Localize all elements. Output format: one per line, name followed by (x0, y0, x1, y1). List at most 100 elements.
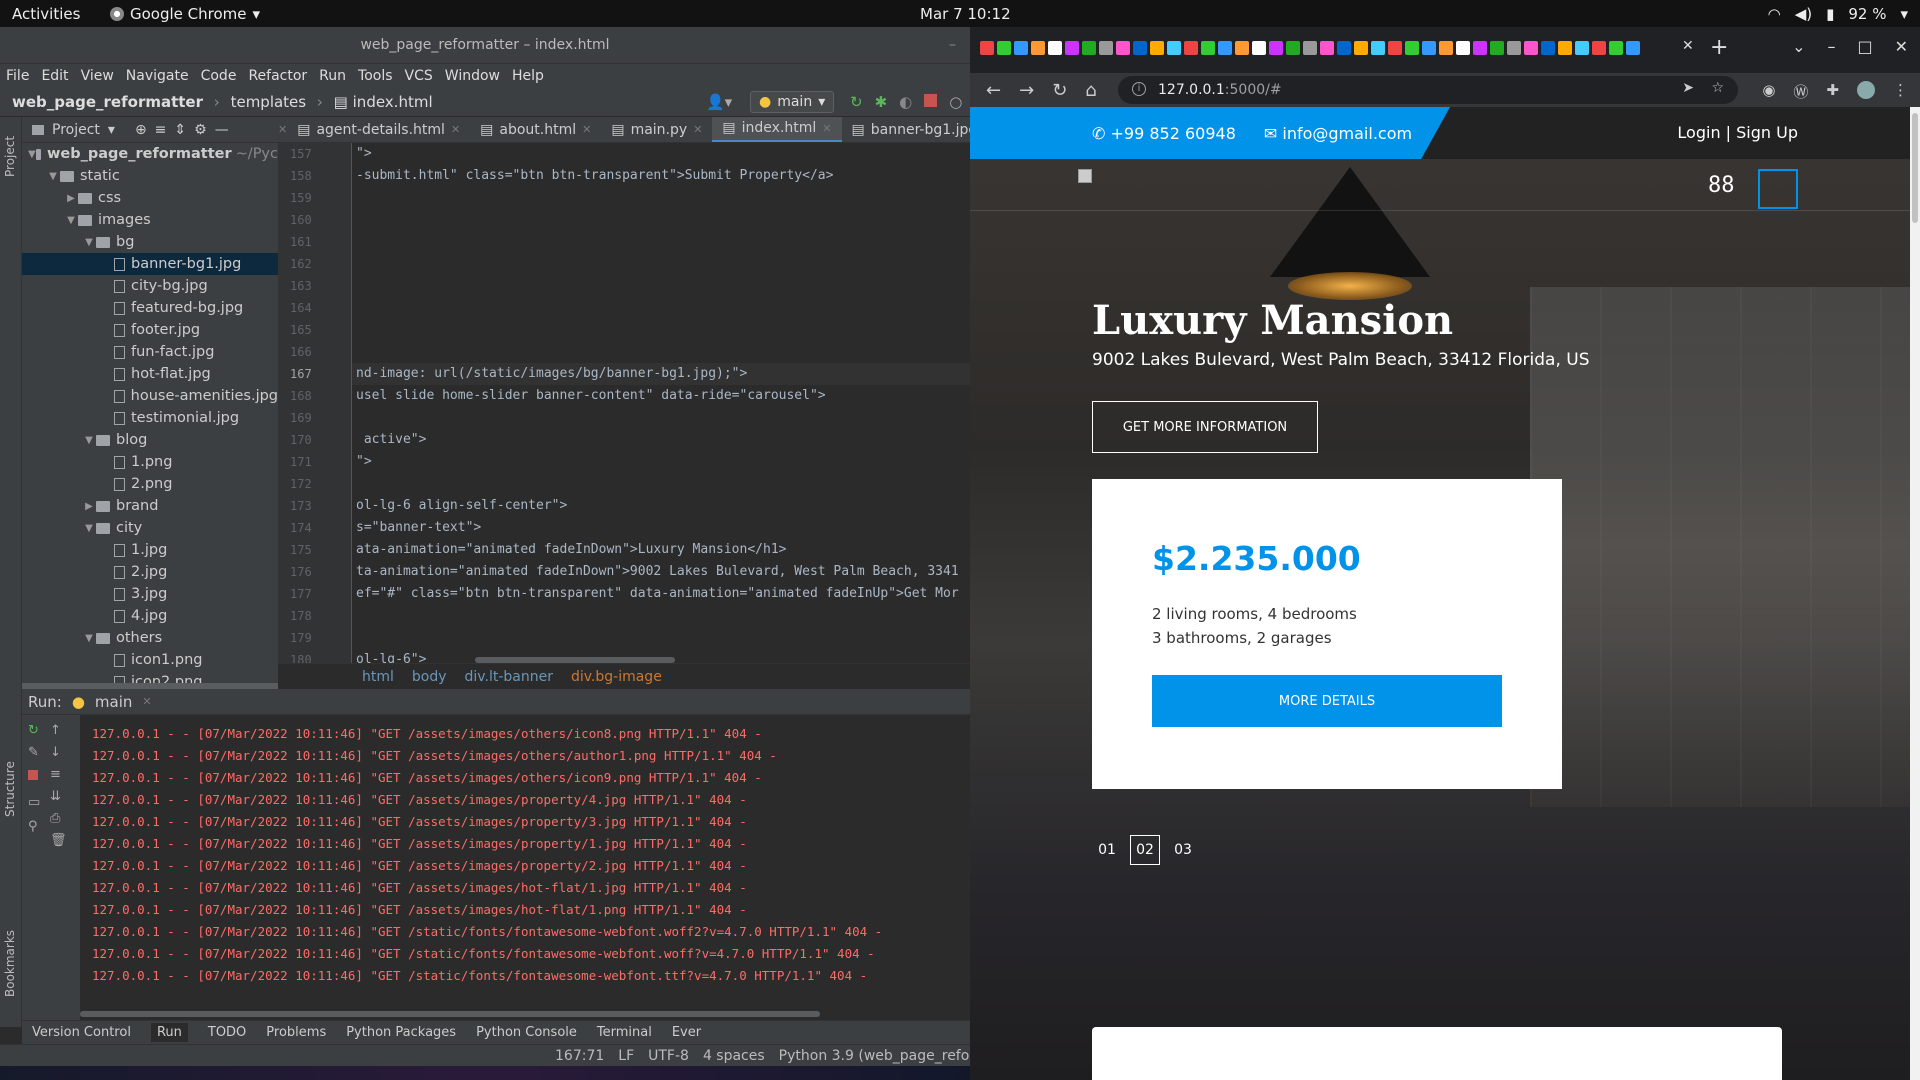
chevron-down-icon[interactable]: ▼ (82, 633, 96, 644)
tab-favicon-icon[interactable] (1082, 41, 1096, 55)
code-line[interactable] (352, 319, 970, 341)
tool-tab-ever[interactable]: Ever (672, 1025, 701, 1040)
tree-folder[interactable]: ▼ images (22, 209, 278, 231)
tab-favicon-icon[interactable] (1065, 41, 1079, 55)
code-line[interactable]: nd-image: url(/static/images/bg/banner-b… (352, 363, 970, 385)
tab-favicon-icon[interactable] (980, 41, 994, 55)
tree-folder[interactable]: ▼ bg (22, 231, 278, 253)
line-ending[interactable]: LF (618, 1048, 634, 1064)
tree-file[interactable]: 1.jpg (22, 539, 278, 561)
minimize-icon[interactable]: – (1827, 37, 1835, 56)
slide-01[interactable]: 01 (1092, 835, 1122, 865)
menu-item-navigate[interactable]: Navigate (120, 68, 195, 84)
tree-file[interactable]: featured-bg.jpg (22, 297, 278, 319)
close-icon[interactable]: ✕ (278, 123, 287, 136)
tab-favicon-icon[interactable] (1201, 41, 1215, 55)
extension-icon[interactable]: Ⓦ (1793, 81, 1808, 102)
chevron-down-icon[interactable]: ▼ (64, 215, 78, 226)
tab-favicon-icon[interactable] (1558, 41, 1572, 55)
slide-03[interactable]: 03 (1168, 835, 1198, 865)
menu-item-window[interactable]: Window (439, 68, 506, 84)
tab-favicon-icon[interactable] (1456, 41, 1470, 55)
editor-tab[interactable]: ▤ about.html ✕ (470, 117, 601, 142)
tab-favicon-icon[interactable] (1439, 41, 1453, 55)
tree-folder[interactable]: ▶ brand (22, 495, 278, 517)
tree-file[interactable]: footer.jpg (22, 319, 278, 341)
tab-favicon-icon[interactable] (1626, 41, 1640, 55)
code-editor[interactable]: "> -submit.html" class="btn btn-transpare… (352, 143, 970, 663)
tab-favicon-icon[interactable] (1609, 41, 1623, 55)
code-line[interactable]: ef="#" class="btn btn-transparent" data-… (352, 583, 970, 605)
code-line[interactable] (352, 605, 970, 627)
tool-tab-python-console[interactable]: Python Console (476, 1025, 577, 1040)
tab-favicon-icon[interactable] (1150, 41, 1164, 55)
bookmark-star-icon[interactable]: ☆ (1711, 80, 1724, 96)
collapse-all-icon[interactable]: ⇕ (174, 122, 186, 138)
scroll-up-icon[interactable]: ↑ (50, 723, 64, 738)
tab-favicon-icon[interactable] (1252, 41, 1266, 55)
file-encoding[interactable]: UTF-8 (648, 1048, 689, 1064)
tool-tab-problems[interactable]: Problems (266, 1025, 326, 1040)
html-path-item[interactable]: body (412, 669, 447, 685)
tab-favicon-icon[interactable] (1422, 41, 1436, 55)
tab-favicon-icon[interactable] (1235, 41, 1249, 55)
editor-tab[interactable]: ▤ main.py ✕ (601, 117, 712, 142)
tool-tab-terminal[interactable]: Terminal (597, 1025, 652, 1040)
address-bar[interactable]: i 127.0.0.1:5000/# ➤ ☆ (1118, 76, 1738, 104)
tab-favicon-icon[interactable] (1218, 41, 1232, 55)
layout-icon[interactable]: ▭ (28, 795, 42, 810)
code-line[interactable] (352, 341, 970, 363)
tab-favicon-icon[interactable] (1507, 41, 1521, 55)
scroll-down-icon[interactable]: ↓ (50, 745, 64, 760)
app-menu[interactable]: Google Chrome ▾ (110, 5, 260, 23)
soft-wrap-icon[interactable]: ≡ (50, 767, 64, 782)
tab-favicon-icon[interactable] (1099, 41, 1113, 55)
code-line[interactable] (352, 627, 970, 649)
editor-tab[interactable]: ▤ index.html ✕ (712, 117, 842, 142)
chevron-down-icon[interactable]: ▾ (108, 122, 115, 138)
close-icon[interactable]: ✕ (451, 123, 460, 136)
code-line[interactable] (352, 407, 970, 429)
puzzle-icon[interactable]: ✚ (1826, 81, 1839, 102)
menu-item-view[interactable]: View (75, 68, 120, 84)
more-details-button[interactable]: MORE DETAILS (1152, 675, 1502, 727)
send-tab-icon[interactable]: ➤ (1682, 80, 1694, 96)
editor-tab[interactable]: ▤ agent-details.html ✕ (287, 117, 470, 142)
rerun-icon[interactable]: ↻ (850, 93, 863, 111)
tab-favicon-icon[interactable] (1490, 41, 1504, 55)
tab-favicon-icon[interactable] (1184, 41, 1198, 55)
tab-favicon-icon[interactable] (1303, 41, 1317, 55)
breadcrumb-folder[interactable]: templates (231, 93, 307, 111)
gear-icon[interactable]: ⚙ (194, 122, 207, 138)
tab-favicon-icon[interactable] (1405, 41, 1419, 55)
code-line[interactable] (352, 275, 970, 297)
tree-file[interactable]: fun-fact.jpg (22, 341, 278, 363)
tool-tab-run[interactable]: Run (150, 1023, 188, 1042)
html-path-item[interactable]: div.lt-banner (465, 669, 553, 685)
search-icon[interactable]: ○ (949, 93, 962, 111)
code-line[interactable] (352, 187, 970, 209)
tab-favicon-icon[interactable] (1167, 41, 1181, 55)
login-signup-link[interactable]: Login | Sign Up (1677, 123, 1798, 142)
chevron-down-icon[interactable]: ▼ (82, 237, 96, 248)
tab-search-icon[interactable]: ⌄ (1792, 37, 1805, 56)
locate-icon[interactable]: ⊕ (135, 122, 147, 138)
tab-favicon-icon[interactable] (1473, 41, 1487, 55)
code-line[interactable]: -submit.html" class="btn btn-transparent… (352, 165, 970, 187)
tab-favicon-icon[interactable] (1269, 41, 1283, 55)
trash-icon[interactable]: 🗑 (50, 833, 67, 848)
breadcrumb-file[interactable]: index.html (353, 93, 433, 111)
grid-toggle[interactable]: 88 (1708, 173, 1735, 198)
menu-item-file[interactable]: File (0, 68, 35, 84)
close-icon[interactable]: ✕ (582, 123, 591, 136)
close-icon[interactable]: ✕ (693, 123, 702, 136)
chevron-down-icon[interactable]: ▼ (46, 171, 60, 182)
tab-favicon-icon[interactable] (1014, 41, 1028, 55)
code-line[interactable]: ol-lg-6 align-self-center"> (352, 495, 970, 517)
wrench-icon[interactable]: ✎ (28, 745, 42, 760)
tree-folder[interactable]: ▼ web_page_reformatter ~/Pyc (22, 143, 278, 165)
project-tool-tab[interactable]: Project (3, 136, 17, 177)
page-scrollbar[interactable] (1910, 107, 1920, 1080)
tree-file[interactable]: icon2.png (22, 671, 278, 683)
run-console[interactable]: 127.0.0.1 - - [07/Mar/2022 10:11:46] "GE… (80, 715, 970, 1020)
